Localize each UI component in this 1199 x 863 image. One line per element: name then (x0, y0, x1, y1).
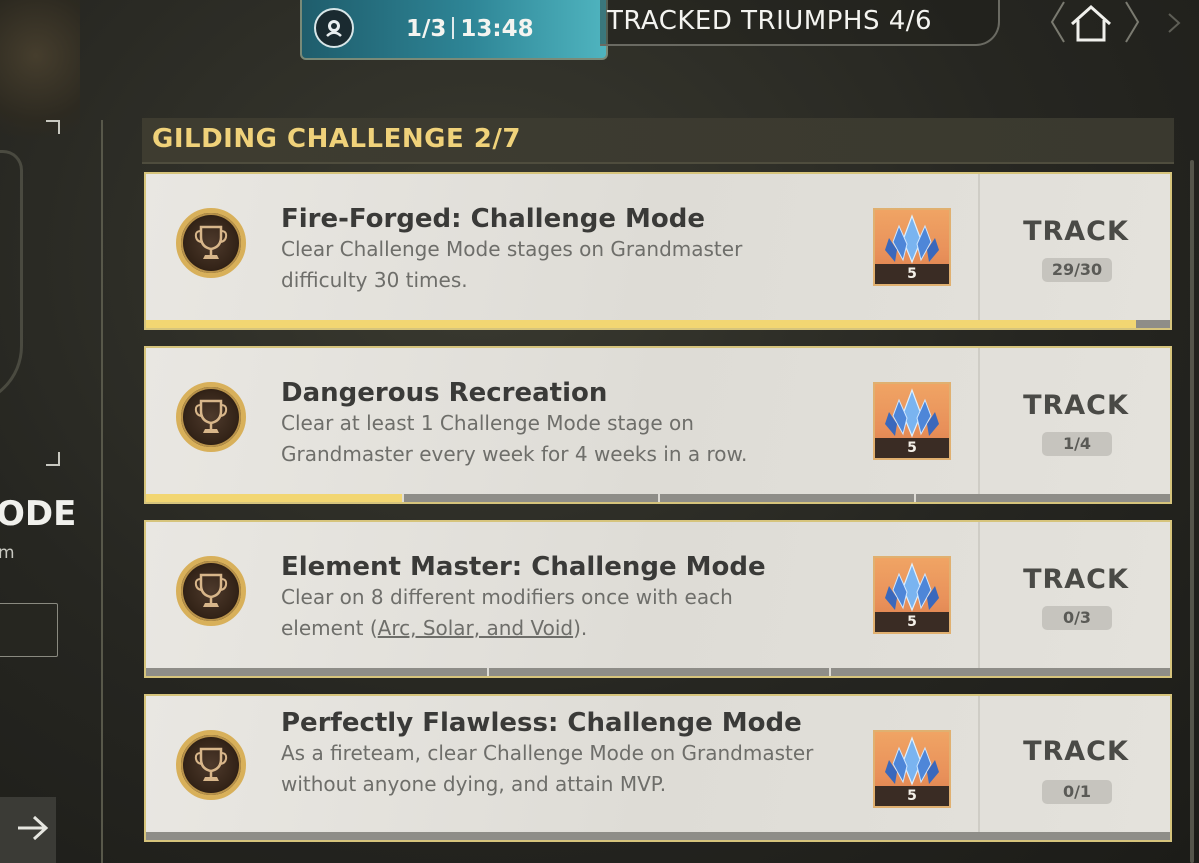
activity-timer: 1/3 13:48 (300, 0, 608, 60)
track-button[interactable]: TRACK (980, 736, 1172, 767)
next-button[interactable] (0, 797, 56, 863)
description-text: As a fireteam, clear Challenge Mode on G… (281, 741, 814, 796)
card-divider (978, 348, 980, 502)
challenge-title: Element Master: Challenge Mode (281, 552, 766, 582)
reward-item[interactable]: 5 (873, 556, 951, 634)
card-divider (978, 696, 980, 840)
progress-bar (146, 668, 1170, 676)
track-button[interactable]: TRACK (980, 216, 1172, 247)
frame-corner-top (46, 120, 60, 134)
card-divider (978, 522, 980, 676)
progress-segment-divider (828, 668, 831, 676)
progress-segment-divider (487, 668, 490, 676)
progress-count: 29/30 (1042, 258, 1112, 282)
panel-divider (101, 120, 103, 863)
shield-outline-decoration (0, 150, 23, 406)
reward-count: 5 (875, 786, 949, 806)
reward-count: 5 (875, 612, 949, 632)
progress-bar (146, 832, 1170, 840)
reward-item[interactable]: 5 (873, 382, 951, 460)
challenge-card[interactable]: Element Master: Challenge Mode Clear on … (144, 520, 1172, 678)
reward-count: 5 (875, 264, 949, 284)
raid-icon (314, 8, 354, 48)
mode-subtitle: m (0, 543, 15, 563)
home-button[interactable] (1066, 2, 1116, 46)
header: 1/3 13:48 TRACKED TRIUMPHS 4/6 (0, 0, 1199, 62)
mode-title: ODE (0, 494, 77, 534)
track-button[interactable]: TRACK (980, 390, 1172, 421)
progress-count: 0/3 (1042, 606, 1112, 630)
frame-corner-bottom (46, 452, 60, 466)
progress-segment-divider (402, 494, 404, 502)
track-button[interactable]: TRACK (980, 564, 1172, 595)
chevron-right-decoration (1168, 13, 1181, 33)
description-text-end: ). (573, 616, 588, 640)
challenge-description: Clear at least 1 Challenge Mode stage on… (281, 408, 821, 470)
progress-bar-fill (146, 494, 402, 502)
challenge-title: Dangerous Recreation (281, 378, 608, 408)
section-title: GILDING CHALLENGE 2/7 (152, 124, 521, 154)
challenge-title: Fire-Forged: Challenge Mode (281, 204, 705, 234)
left-select-box[interactable] (0, 603, 58, 657)
progress-bar (146, 494, 1170, 502)
home-icon (1066, 4, 1116, 50)
description-text: Clear at least 1 Challenge Mode stage on… (281, 411, 748, 466)
challenge-card[interactable]: Fire-Forged: Challenge Mode Clear Challe… (144, 172, 1172, 330)
card-divider (978, 174, 980, 328)
reward-item[interactable]: 5 (873, 208, 951, 286)
challenge-description: Clear on 8 different modifiers once with… (281, 582, 821, 644)
challenge-description: As a fireteam, clear Challenge Mode on G… (281, 738, 821, 800)
progress-segment-divider (914, 494, 916, 502)
challenge-description: Clear Challenge Mode stages on Grandmast… (281, 234, 821, 296)
scrollbar[interactable] (1190, 160, 1194, 863)
timer-value: 13:48 (460, 16, 534, 42)
tracked-triumphs-label: TRACKED TRIUMPHS 4/6 (607, 6, 933, 36)
challenge-title: Perfectly Flawless: Challenge Mode (281, 708, 802, 738)
trophy-badge-icon (176, 382, 246, 452)
timer-readout: 1/3 13:48 (406, 16, 534, 42)
trophy-badge-icon (176, 556, 246, 626)
description-text: Clear Challenge Mode stages on Grandmast… (281, 237, 743, 292)
progress-bar (146, 320, 1170, 328)
progress-bar-fill (146, 320, 1137, 328)
element-link[interactable]: Arc, Solar, and Void (378, 616, 573, 640)
activity-progress: 1/3 (406, 16, 447, 42)
timer-separator (452, 17, 455, 39)
progress-count: 0/1 (1042, 780, 1112, 804)
challenge-card[interactable]: Dangerous Recreation Clear at least 1 Ch… (144, 346, 1172, 504)
progress-segment-divider (658, 494, 660, 502)
reward-item[interactable]: 5 (873, 730, 951, 808)
arrow-right-icon (14, 813, 50, 847)
reward-count: 5 (875, 438, 949, 458)
trophy-badge-icon (176, 730, 246, 800)
left-panel: ODE m (0, 0, 104, 863)
progress-count: 1/4 (1042, 432, 1112, 456)
trophy-badge-icon (176, 208, 246, 278)
challenge-card[interactable]: Perfectly Flawless: Challenge Mode As a … (144, 694, 1172, 842)
